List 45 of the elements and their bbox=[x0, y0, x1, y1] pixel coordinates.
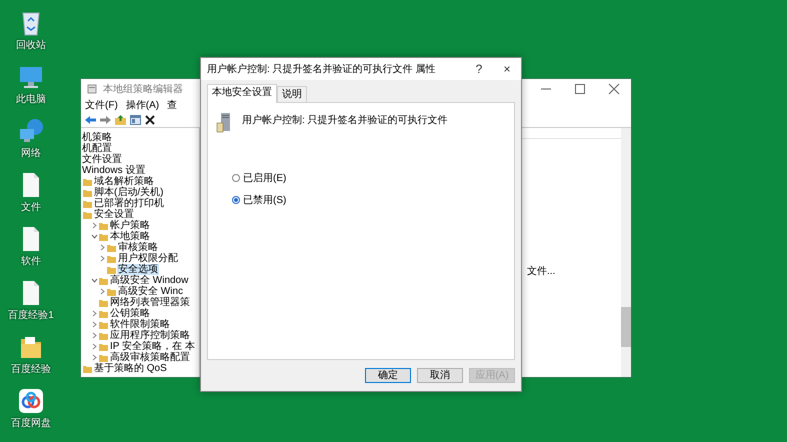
desktop-icon-label[interactable]: 回收站 bbox=[16, 40, 46, 51]
tree-item[interactable]: 高级审核策略配置 bbox=[109, 352, 191, 363]
dialog-button[interactable]: 确定 bbox=[365, 368, 411, 383]
window-title: 本地组策略编辑器 bbox=[103, 82, 183, 96]
tree-item[interactable]: IP 安全策略，在 本 bbox=[109, 341, 196, 352]
desktop-icon-label[interactable]: 此电脑 bbox=[16, 94, 46, 105]
dialog-button[interactable]: 取消 bbox=[417, 368, 463, 383]
tree-item[interactable]: 安全设置 bbox=[93, 209, 135, 220]
tree-item[interactable]: 公钥策略 bbox=[109, 308, 151, 319]
menu-item[interactable]: 操作(A) bbox=[126, 100, 160, 112]
desktop-icon-label[interactable]: 百度经验1 bbox=[8, 310, 54, 321]
desktop-icon-label[interactable]: 百度经验 bbox=[11, 364, 51, 375]
tree-item[interactable]: 本地策略 bbox=[109, 231, 151, 242]
tree-item[interactable]: 审核策略 bbox=[117, 242, 159, 253]
tree-item[interactable]: 脚本(启动/关机) bbox=[93, 187, 164, 198]
tree-item[interactable]: 应用程序控制策略 bbox=[109, 330, 191, 341]
tab[interactable]: 本地安全设置 bbox=[207, 84, 277, 103]
policy-name: 用户帐户控制: 只提升签名并验证的可执行文件 bbox=[242, 114, 448, 127]
tree-item[interactable]: 机策略 bbox=[81, 132, 113, 143]
desktop-icon-label[interactable]: 网络 bbox=[21, 148, 41, 159]
tree-item[interactable]: 高级安全 Window bbox=[109, 275, 190, 286]
menu-item[interactable]: 文件(F) bbox=[85, 100, 118, 112]
close-button[interactable]: × bbox=[493, 59, 521, 79]
tree-item[interactable]: 域名解析策略 bbox=[93, 176, 155, 187]
dialog-title: 用户帐户控制: 只提升签名并验证的可执行文件 属性 bbox=[207, 62, 436, 76]
tree-item[interactable]: 高级安全 Winc bbox=[117, 286, 184, 297]
tree-item[interactable]: 基于策略的 QoS bbox=[93, 363, 168, 374]
tree-item[interactable]: 用户权限分配 bbox=[117, 253, 179, 264]
tree-item[interactable]: 文件设置 bbox=[81, 154, 123, 165]
tree-item[interactable]: 网络列表管理器策 bbox=[109, 297, 191, 308]
tree-item[interactable]: 机配置 bbox=[81, 143, 113, 154]
desktop-icon-label[interactable]: 百度网盘 bbox=[11, 418, 51, 429]
help-button[interactable]: ? bbox=[465, 59, 493, 79]
desktop-icon-label[interactable]: 软件 bbox=[21, 256, 41, 267]
tree-item[interactable]: 已部署的打印机 bbox=[93, 198, 165, 209]
menu-item[interactable]: 查 bbox=[167, 100, 178, 112]
radio-label[interactable]: 已禁用(S) bbox=[243, 193, 286, 207]
tab[interactable]: 说明 bbox=[277, 86, 307, 102]
desktop-icon-label[interactable]: 文件 bbox=[21, 202, 41, 213]
tree-item[interactable]: 安全选项 bbox=[117, 264, 159, 275]
tree-item[interactable]: 帐户策略 bbox=[109, 220, 151, 231]
tree-item[interactable]: Windows 设置 bbox=[81, 165, 146, 176]
list-item-text: 文件... bbox=[527, 264, 556, 278]
tree-item[interactable]: 软件限制策略 bbox=[109, 319, 171, 330]
radio-label[interactable]: 已启用(E) bbox=[243, 171, 286, 185]
